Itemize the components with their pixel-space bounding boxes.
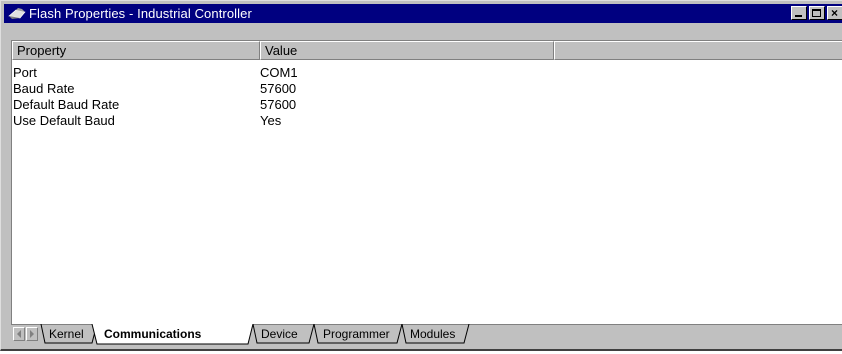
- tab-programmer[interactable]: Programmer: [323, 327, 390, 341]
- window-title: Flash Properties - Industrial Controller: [29, 6, 252, 21]
- list-row[interactable]: Port COM1: [12, 65, 842, 81]
- title-bar[interactable]: Flash Properties - Industrial Controller…: [4, 4, 842, 23]
- list-header: Property Value: [12, 41, 842, 60]
- flash-properties-window: Flash Properties - Industrial Controller…: [0, 0, 842, 351]
- close-icon: ×: [831, 6, 839, 20]
- column-header-empty[interactable]: [554, 41, 842, 60]
- property-name: Default Baud Rate: [13, 97, 120, 112]
- list-row[interactable]: Baud Rate 57600: [12, 81, 842, 97]
- property-name: Use Default Baud: [13, 113, 115, 128]
- tab-device[interactable]: Device: [261, 327, 298, 341]
- sheet-tab-strip: Kernel Communications Device Programmer …: [11, 324, 842, 345]
- tab-kernel[interactable]: Kernel: [49, 327, 84, 341]
- tab-communications[interactable]: Communications: [104, 327, 201, 341]
- list-row[interactable]: Use Default Baud Yes: [12, 113, 842, 129]
- property-value: 57600: [260, 81, 297, 96]
- property-value: 57600: [260, 97, 297, 112]
- property-value: COM1: [260, 65, 298, 80]
- tab-modules[interactable]: Modules: [410, 327, 455, 341]
- property-value: Yes: [260, 113, 282, 128]
- column-header-value[interactable]: Value: [260, 41, 554, 60]
- close-button[interactable]: ×: [827, 6, 842, 20]
- minimize-icon: [795, 15, 802, 17]
- flash-device-icon: [8, 7, 26, 19]
- minimize-button[interactable]: [791, 6, 807, 20]
- properties-list[interactable]: Property Value Port COM1 Baud Rate 57600…: [11, 40, 842, 324]
- property-name: Baud Rate: [13, 81, 75, 96]
- list-row[interactable]: Default Baud Rate 57600: [12, 97, 842, 113]
- maximize-icon: [812, 9, 821, 17]
- maximize-button[interactable]: [809, 6, 825, 20]
- property-name: Port: [13, 65, 37, 80]
- column-header-property[interactable]: Property: [12, 41, 260, 60]
